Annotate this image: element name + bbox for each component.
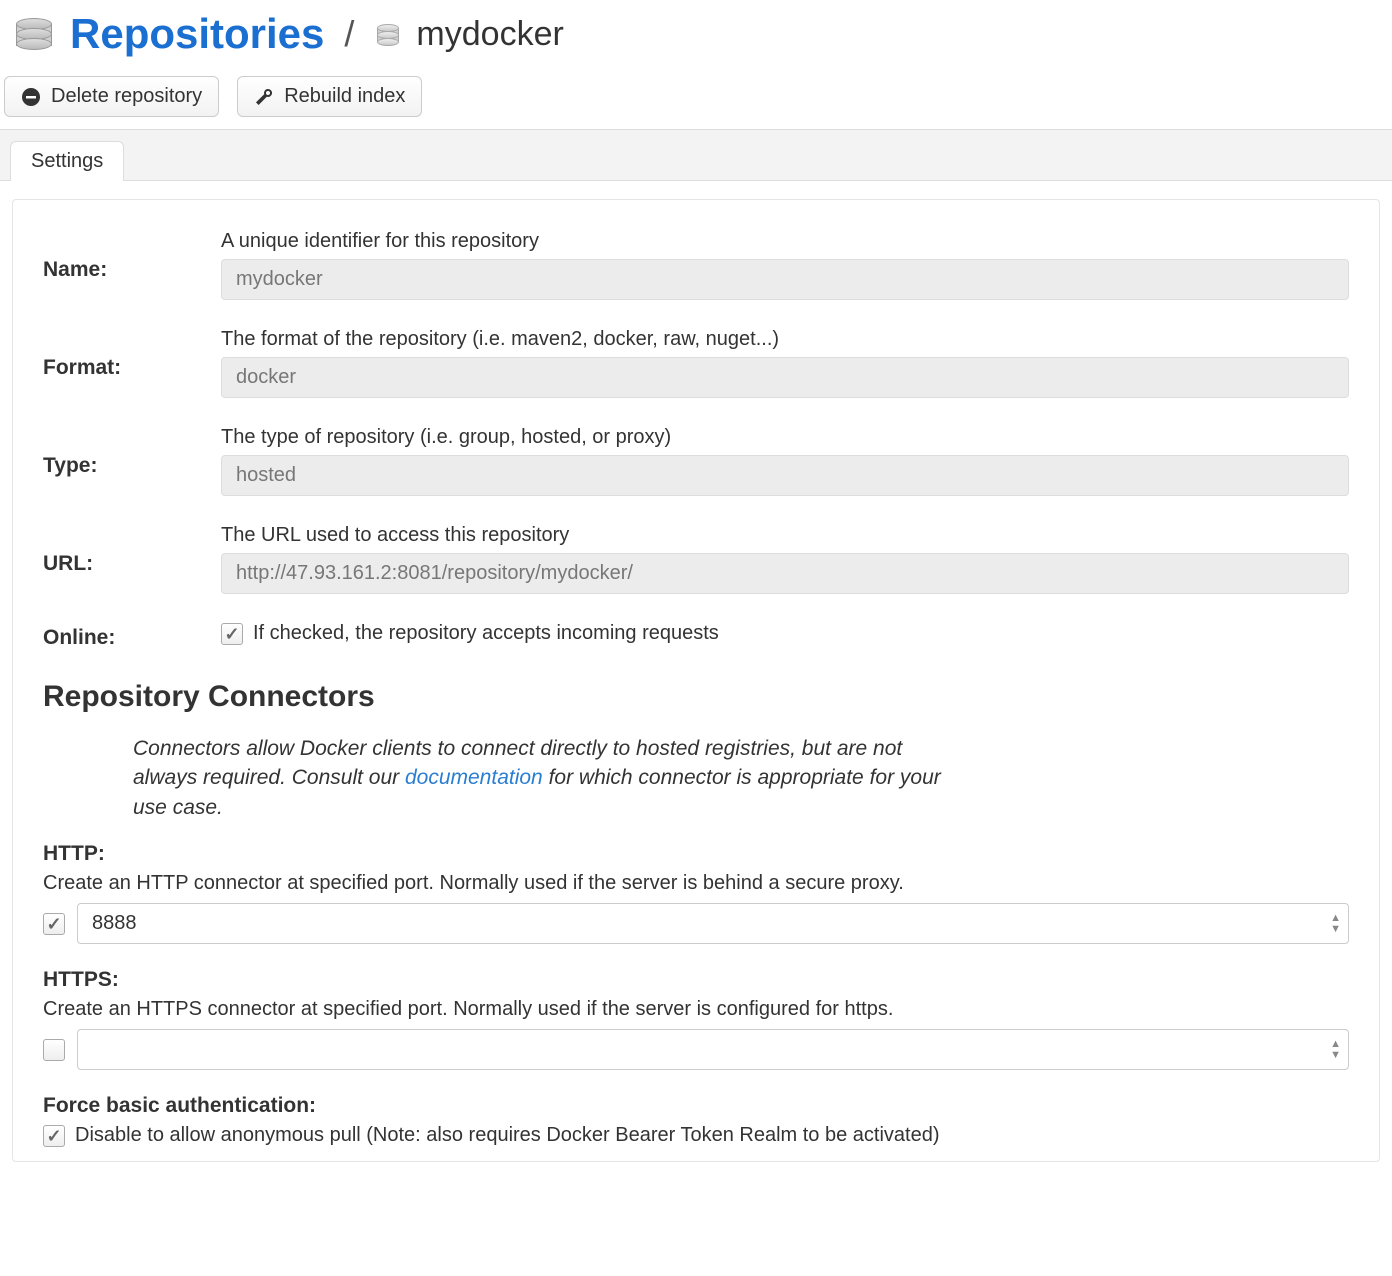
http-port-field[interactable] (77, 903, 1349, 944)
online-checkbox[interactable] (221, 623, 243, 645)
field-label: URL: (43, 524, 221, 594)
url-input: http://47.93.161.2:8081/repository/mydoc… (221, 553, 1349, 594)
https-port-input[interactable]: ▲▼ (77, 1029, 1349, 1070)
type-input: hosted (221, 455, 1349, 496)
field-type: Type: The type of repository (i.e. group… (43, 426, 1349, 496)
field-online: Online: If checked, the repository accep… (43, 622, 1349, 650)
settings-panel: Name: A unique identifier for this repos… (12, 199, 1380, 1162)
field-url: URL: The URL used to access this reposit… (43, 524, 1349, 594)
tabbar: Settings (0, 130, 1392, 181)
force-basic-checkbox[interactable] (43, 1125, 65, 1147)
field-format: Format: The format of the repository (i.… (43, 328, 1349, 398)
field-label: Format: (43, 328, 221, 398)
field-help: If checked, the repository accepts incom… (253, 622, 719, 645)
rebuild-index-button[interactable]: Rebuild index (237, 76, 422, 117)
field-help: The URL used to access this repository (221, 524, 1349, 547)
button-label: Delete repository (51, 85, 202, 108)
http-port-input[interactable]: ▲▼ (77, 903, 1349, 944)
wrench-icon (254, 87, 274, 107)
documentation-link[interactable]: documentation (405, 766, 543, 789)
force-basic-help: Disable to allow anonymous pull (Note: a… (75, 1124, 940, 1147)
breadcrumb: Repositories / mydocker (0, 0, 1392, 76)
page-title[interactable]: Repositories (70, 10, 324, 58)
field-help: A unique identifier for this repository (221, 230, 1349, 253)
section-title-connectors: Repository Connectors (43, 680, 1349, 714)
http-label: HTTP: (43, 842, 1349, 866)
spinner-icon[interactable]: ▲▼ (1330, 913, 1341, 935)
delete-repository-button[interactable]: Delete repository (4, 76, 219, 117)
field-help: The format of the repository (i.e. maven… (221, 328, 1349, 351)
force-basic-label: Force basic authentication: (43, 1094, 1349, 1118)
breadcrumb-current: mydocker (416, 15, 563, 54)
name-input: mydocker (221, 259, 1349, 300)
format-input: docker (221, 357, 1349, 398)
http-help: Create an HTTP connector at specified po… (43, 872, 1349, 895)
tab-settings[interactable]: Settings (10, 141, 124, 181)
toolbar: Delete repository Rebuild index (0, 76, 1392, 130)
http-port-row: ▲▼ (43, 903, 1349, 944)
database-icon (374, 20, 402, 48)
field-label: Type: (43, 426, 221, 496)
https-checkbox[interactable] (43, 1039, 65, 1061)
breadcrumb-separator: / (344, 13, 354, 55)
https-port-field[interactable] (77, 1029, 1349, 1070)
section-desc: Connectors allow Docker clients to conne… (133, 734, 953, 822)
field-help: The type of repository (i.e. group, host… (221, 426, 1349, 449)
http-checkbox[interactable] (43, 913, 65, 935)
field-name: Name: A unique identifier for this repos… (43, 230, 1349, 300)
minus-circle-icon (21, 87, 41, 107)
https-port-row: ▲▼ (43, 1029, 1349, 1070)
https-help: Create an HTTPS connector at specified p… (43, 998, 1349, 1021)
button-label: Rebuild index (284, 85, 405, 108)
field-label: Name: (43, 230, 221, 300)
https-label: HTTPS: (43, 968, 1349, 992)
database-icon (12, 12, 56, 56)
field-label: Online: (43, 622, 221, 650)
spinner-icon[interactable]: ▲▼ (1330, 1039, 1341, 1061)
